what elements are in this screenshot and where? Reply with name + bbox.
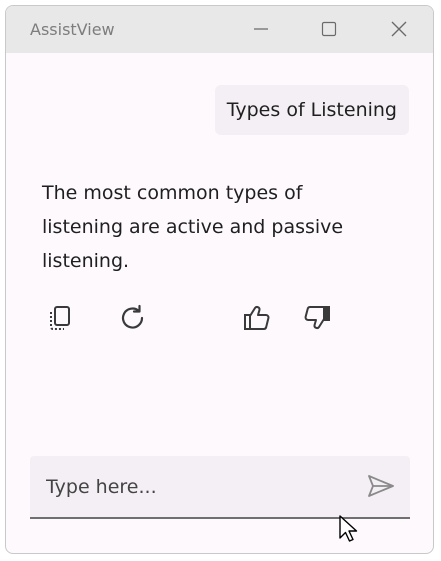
send-button[interactable] bbox=[366, 472, 396, 500]
assistant-response-text: The most common types of listening are a… bbox=[42, 182, 344, 272]
assistview-window: AssistView Types of Listening The most c… bbox=[5, 5, 434, 554]
minimize-button[interactable] bbox=[248, 16, 274, 42]
close-button[interactable] bbox=[386, 16, 412, 42]
send-icon bbox=[368, 475, 394, 497]
copy-button[interactable] bbox=[46, 303, 76, 333]
regenerate-icon bbox=[121, 304, 144, 329]
message-input-box bbox=[30, 456, 410, 519]
dislike-button[interactable] bbox=[302, 303, 332, 333]
user-message-bubble: Types of Listening bbox=[214, 85, 409, 135]
title-bar[interactable]: AssistView bbox=[6, 6, 433, 53]
user-message-text: Types of Listening bbox=[226, 99, 397, 121]
maximize-button[interactable] bbox=[316, 16, 342, 42]
maximize-icon bbox=[321, 21, 337, 37]
thumbs-up-icon bbox=[244, 305, 270, 330]
close-icon bbox=[391, 21, 407, 37]
thumbs-down-icon bbox=[304, 306, 330, 330]
message-input[interactable] bbox=[44, 468, 348, 506]
regenerate-button[interactable] bbox=[118, 303, 148, 333]
window-title: AssistView bbox=[30, 20, 115, 39]
minimize-icon bbox=[254, 28, 268, 30]
like-button[interactable] bbox=[242, 303, 272, 333]
copy-icon bbox=[50, 306, 70, 330]
